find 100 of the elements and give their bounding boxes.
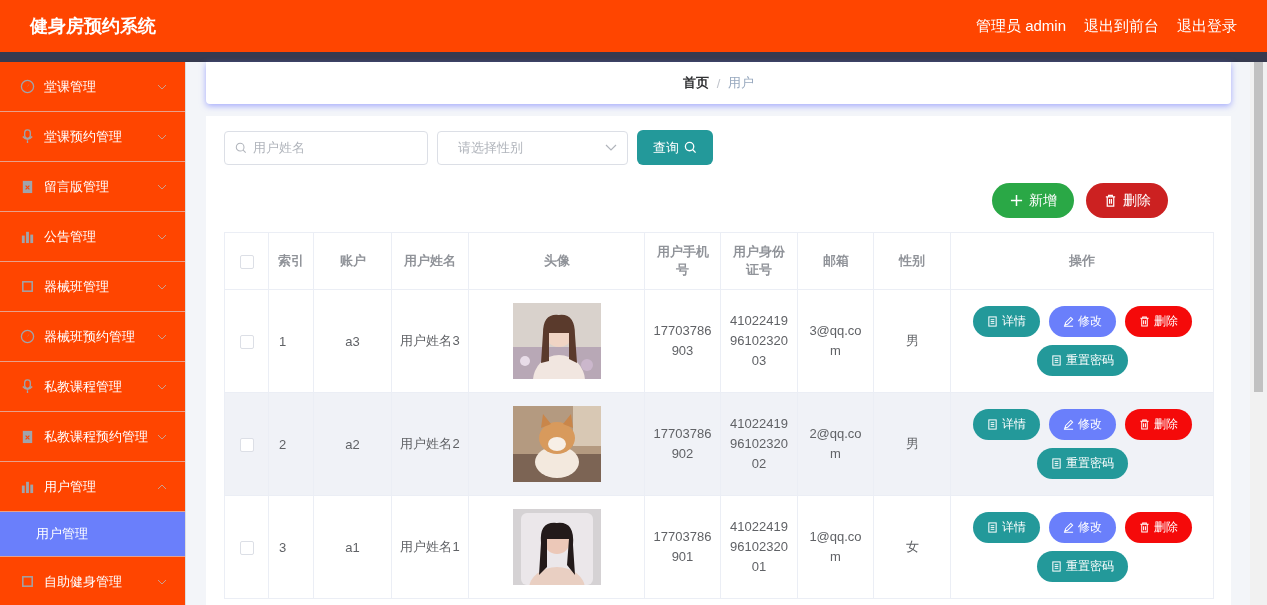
search-button[interactable]: 查询 (637, 130, 713, 165)
table-cell-text: 17703786901 (653, 528, 712, 566)
row-checkbox[interactable] (239, 334, 254, 349)
reset-button[interactable]: 重置密码 (1036, 551, 1128, 582)
chevron-icon (157, 578, 167, 585)
trash-icon (1138, 522, 1150, 533)
row-checkbox[interactable] (239, 437, 254, 452)
sidebar-item[interactable]: 堂课管理 (0, 62, 185, 112)
column-header: 性别 (899, 252, 925, 270)
gender-select[interactable]: 请选择性别 (452, 140, 605, 155)
chevron-icon (157, 183, 167, 190)
column-header: 邮箱 (822, 252, 849, 270)
sidebar-item[interactable]: 堂课预约管理 (0, 112, 185, 162)
delete-button[interactable]: 删除 (1124, 512, 1192, 543)
column-header: 操作 (1069, 252, 1095, 270)
search-icon (684, 141, 697, 154)
table-cell: 用户姓名2 (400, 436, 460, 451)
breadcrumb-item[interactable]: 首页 (682, 74, 709, 92)
menu-icon (20, 479, 35, 494)
header-link[interactable]: 退出登录 (1177, 16, 1237, 36)
table-cell-text: 1@qq.com (809, 528, 862, 566)
chevron-icon (157, 383, 167, 390)
edit-button[interactable]: 修改 (1048, 306, 1116, 337)
chevron-icon (157, 133, 167, 140)
column-header: 头像 (543, 252, 570, 270)
submenu-item[interactable]: 用户管理 (0, 512, 185, 557)
detail-button[interactable]: 详情 (972, 306, 1040, 337)
menu-icon (20, 379, 35, 394)
menu-icon (20, 329, 35, 344)
search-box[interactable]: 用户姓名 (224, 130, 428, 165)
trash-icon (1138, 419, 1150, 430)
table-cell: 3 (279, 539, 287, 555)
scrollbar[interactable] (1250, 62, 1267, 605)
menu-icon (20, 179, 35, 194)
table-cell: 1 (279, 333, 287, 349)
reset-button[interactable]: 重置密码 (1036, 448, 1128, 479)
sidebar-item[interactable]: 公告管理 (0, 212, 185, 262)
document-icon (1050, 561, 1062, 572)
detail-button[interactable]: 详情 (972, 409, 1040, 440)
pencil-icon (1062, 419, 1074, 430)
sidebar-item[interactable]: 器械班管理 (0, 262, 185, 312)
column-header: 用户姓名 (404, 252, 456, 270)
detail-button[interactable]: 详情 (972, 512, 1040, 543)
header-link[interactable]: 退出到前台 (1084, 16, 1159, 36)
sidebar-item[interactable]: 留言版管理 (0, 162, 185, 212)
row-checkbox[interactable] (239, 540, 254, 555)
reset-button[interactable]: 重置密码 (1036, 345, 1128, 376)
search-icon (235, 141, 247, 154)
menu-icon (20, 429, 35, 444)
table-cell-text: 410224199610232001 (730, 518, 788, 576)
chevron-icon (157, 283, 167, 290)
table-cell-text: 17703786903 (653, 322, 712, 360)
trash-icon (1103, 194, 1117, 207)
menu-icon (20, 574, 35, 589)
table-cell: a1 (345, 539, 360, 555)
select-box[interactable]: 请选择性别 (437, 130, 628, 165)
document-icon (986, 522, 998, 533)
document-icon (1050, 458, 1062, 469)
table-cell: 女 (905, 539, 919, 554)
chevron-icon (157, 433, 167, 440)
sidebar-item[interactable]: 私教课程管理 (0, 362, 185, 412)
menu-icon (20, 79, 35, 94)
document-icon (986, 419, 998, 430)
menu-icon (20, 229, 35, 244)
table-cell-text: 410224199610232003 (730, 312, 788, 370)
menu-icon (20, 129, 35, 144)
breadcrumb-item[interactable]: 用户 (728, 74, 755, 92)
header-link[interactable]: 管理员 admin (975, 16, 1066, 36)
table-cell-text: 3@qq.com (809, 322, 862, 360)
menu-icon (20, 279, 35, 294)
sidebar-item[interactable]: 私教课程预约管理 (0, 412, 185, 462)
table-cell: 男 (905, 436, 919, 451)
app-title: 健身房预约系统 (30, 15, 156, 38)
delete-button[interactable]: 删除 (1124, 306, 1192, 337)
plus-icon (1009, 194, 1023, 207)
chevron-icon (157, 83, 167, 90)
add-button[interactable]: 新增 (992, 183, 1074, 218)
column-header: 账户 (339, 252, 366, 270)
sidebar-item[interactable]: 器械班预约管理 (0, 312, 185, 362)
table-cell: a2 (345, 436, 360, 452)
delete-button[interactable]: 删除 (1086, 183, 1168, 218)
table-cell: a3 (345, 333, 360, 349)
sidebar-item[interactable]: 自助健身管理 (0, 557, 185, 605)
column-header: 用户身份证号 (732, 243, 786, 279)
table-cell: 男 (905, 333, 919, 348)
document-icon (986, 316, 998, 327)
trash-icon (1138, 316, 1150, 327)
column-header: 用户手机号 (655, 243, 710, 279)
chevron-icon (157, 233, 167, 240)
delete-button[interactable]: 删除 (1124, 409, 1192, 440)
pencil-icon (1062, 316, 1074, 327)
table-cell-text: 2@qq.com (809, 425, 862, 463)
edit-button[interactable]: 修改 (1048, 512, 1116, 543)
pencil-icon (1062, 522, 1074, 533)
chevron-icon (157, 333, 167, 340)
table-cell-text: 17703786902 (653, 425, 712, 463)
table-cell-text: 410224199610232002 (730, 415, 788, 473)
select-all-checkbox[interactable] (239, 254, 254, 269)
edit-button[interactable]: 修改 (1048, 409, 1116, 440)
name-search-field[interactable]: 用户姓名 (247, 140, 417, 155)
